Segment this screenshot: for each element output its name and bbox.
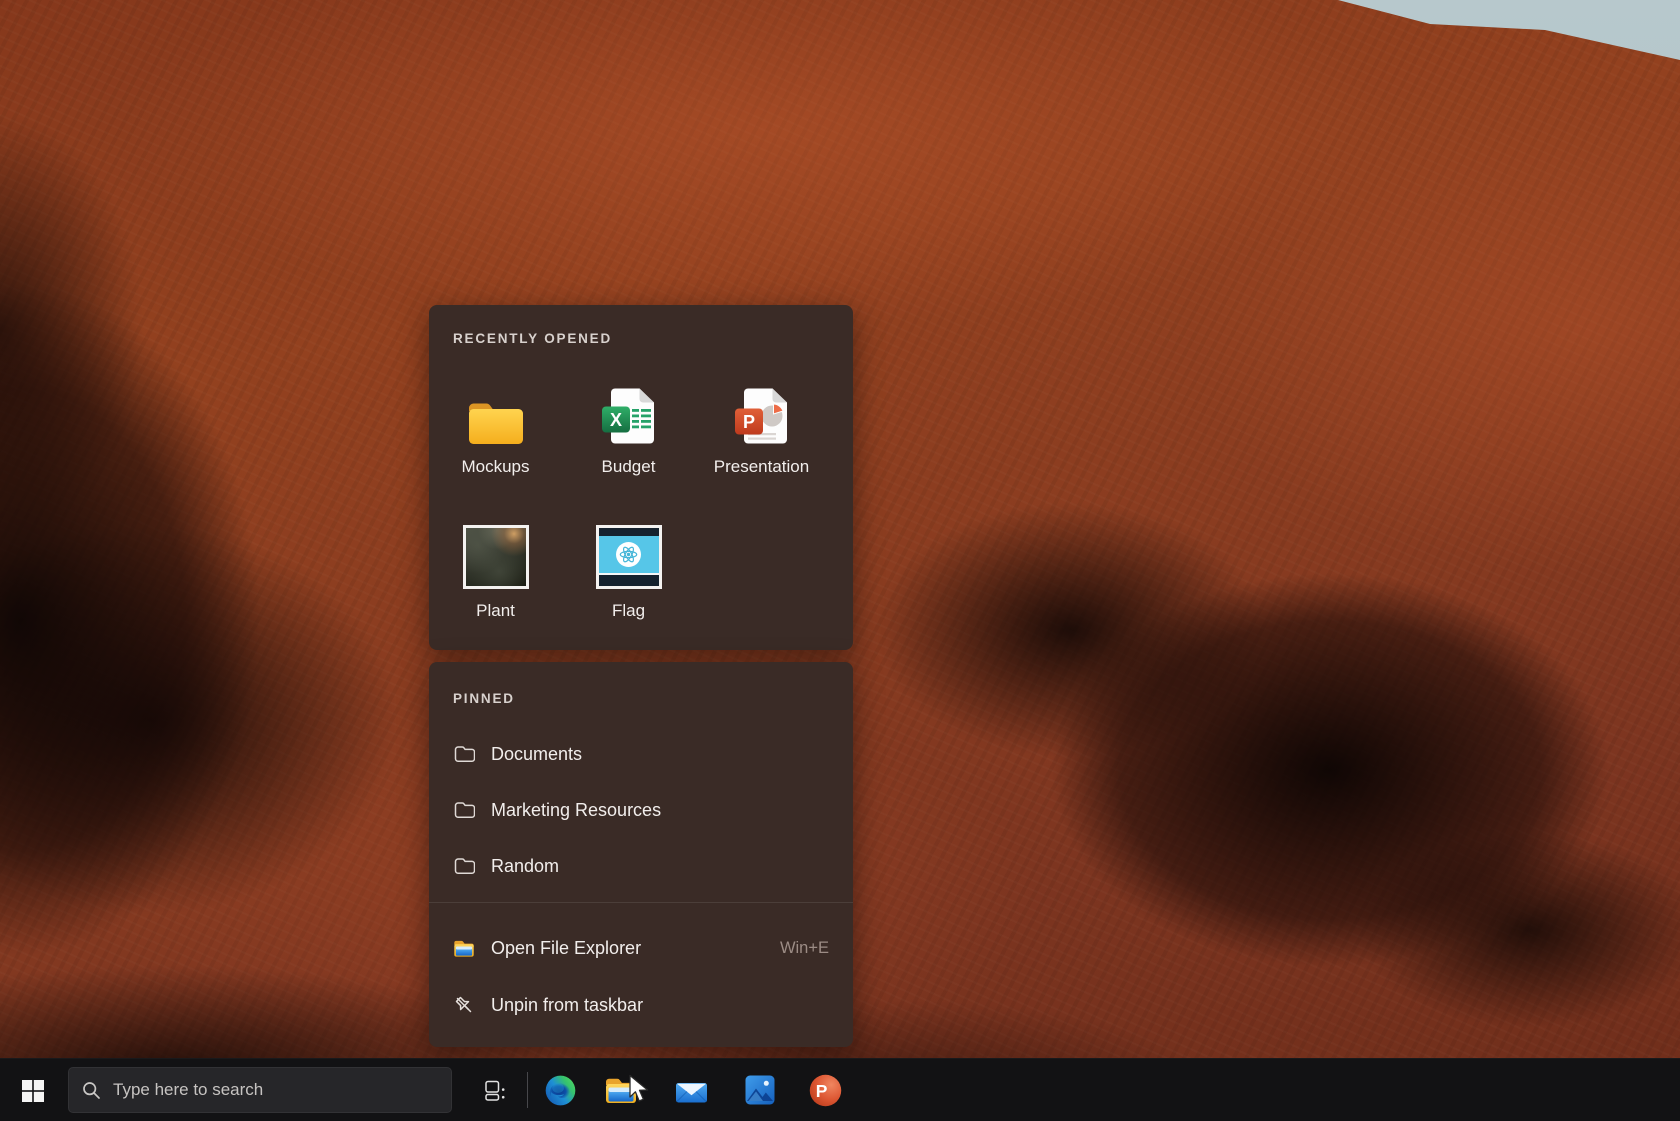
recent-item-label: Mockups: [461, 457, 529, 477]
recent-item-label: Plant: [476, 601, 515, 621]
svg-text:X: X: [609, 410, 621, 430]
folder-outline-icon: [453, 799, 475, 821]
taskbar-separator: [527, 1072, 528, 1108]
arrow-cursor-icon: [628, 1074, 653, 1104]
recent-item-label: Presentation: [714, 457, 809, 477]
folder-icon: [466, 365, 526, 445]
powerpoint-file-icon: P: [734, 365, 790, 445]
flag-image-thumbnail: [596, 509, 662, 589]
taskbar: P: [0, 1058, 1680, 1121]
keyboard-shortcut: Win+E: [780, 939, 829, 958]
action-item-label: Unpin from taskbar: [491, 995, 643, 1016]
windows-logo-icon: [22, 1080, 44, 1102]
open-file-explorer-item[interactable]: Open File Explorer Win+E: [441, 922, 841, 974]
edge-icon: [545, 1075, 576, 1106]
mail-icon: [675, 1077, 708, 1104]
recent-item-budget[interactable]: X Budget: [562, 365, 695, 477]
recently-opened-header: RECENTLY OPENED: [453, 331, 612, 346]
pinned-header: PINNED: [453, 691, 515, 706]
photos-app-button[interactable]: [740, 1070, 780, 1110]
recent-item-presentation[interactable]: P Presentation: [695, 365, 828, 477]
plant-image-thumbnail: [463, 509, 529, 589]
powerpoint-icon: P: [809, 1074, 842, 1107]
recent-item-label: Budget: [602, 457, 656, 477]
action-item-label: Open File Explorer: [491, 938, 641, 959]
start-button[interactable]: [0, 1059, 66, 1121]
pinned-item-label: Documents: [491, 744, 582, 765]
taskbar-search[interactable]: [68, 1067, 452, 1113]
jumplist-pinned-panel: PINNED Documents Marketing Resources: [429, 662, 853, 1047]
task-view-icon: [483, 1079, 507, 1103]
jumplist-recent-panel: RECENTLY OPENED Mockups: [429, 305, 853, 650]
recent-item-mockups[interactable]: Mockups: [429, 365, 562, 477]
unpin-icon: [453, 994, 475, 1016]
pinned-item-documents[interactable]: Documents: [441, 728, 841, 780]
edge-browser-button[interactable]: [540, 1070, 580, 1110]
excel-file-icon: X: [601, 365, 657, 445]
search-icon: [82, 1081, 101, 1100]
jumplist-divider: [429, 902, 853, 903]
search-input[interactable]: [113, 1080, 438, 1100]
pinned-item-label: Marketing Resources: [491, 800, 661, 821]
folder-outline-icon: [453, 743, 475, 765]
recent-item-label: Flag: [612, 601, 645, 621]
svg-text:P: P: [742, 412, 754, 432]
pinned-item-label: Random: [491, 856, 559, 877]
folder-outline-icon: [453, 855, 475, 877]
mouse-cursor: [628, 1074, 653, 1109]
pinned-item-random[interactable]: Random: [441, 840, 841, 892]
mail-app-button[interactable]: [671, 1070, 711, 1110]
recent-item-plant[interactable]: Plant: [429, 509, 562, 621]
atom-emblem-icon: [615, 541, 642, 568]
unpin-from-taskbar-item[interactable]: Unpin from taskbar: [441, 979, 841, 1031]
photos-icon: [745, 1075, 775, 1105]
task-view-button[interactable]: [478, 1074, 511, 1107]
file-explorer-icon: [453, 937, 475, 959]
recent-item-flag[interactable]: Flag: [562, 509, 695, 621]
svg-text:P: P: [815, 1080, 827, 1100]
powerpoint-app-button[interactable]: P: [805, 1070, 845, 1110]
pinned-item-marketing-resources[interactable]: Marketing Resources: [441, 784, 841, 836]
desktop: RECENTLY OPENED Mockups: [0, 0, 1680, 1121]
